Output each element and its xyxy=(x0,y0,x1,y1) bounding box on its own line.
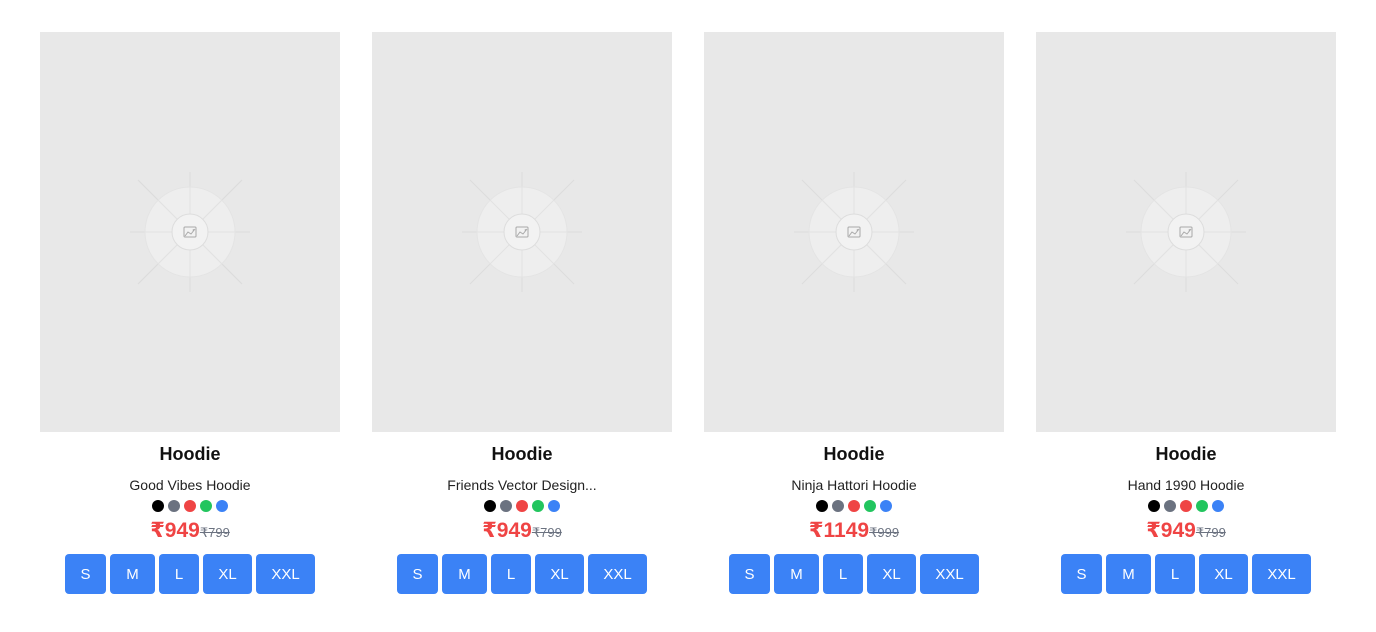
image-placeholder-icon xyxy=(462,172,582,292)
color-swatch[interactable] xyxy=(184,500,196,512)
color-swatches xyxy=(816,500,892,512)
product-name[interactable]: Good Vibes Hoodie xyxy=(129,476,250,494)
size-button-m[interactable]: M xyxy=(1106,554,1151,594)
size-button-xxl[interactable]: XXL xyxy=(920,554,979,594)
size-button-l[interactable]: L xyxy=(823,554,863,594)
product-name[interactable]: Ninja Hattori Hoodie xyxy=(791,476,916,494)
color-swatch[interactable] xyxy=(168,500,180,512)
color-swatch[interactable] xyxy=(1180,500,1192,512)
product-card: Hoodie Good Vibes Hoodie ₹949 ₹799 S M L XL… xyxy=(40,32,340,594)
size-button-m[interactable]: M xyxy=(774,554,819,594)
product-image[interactable] xyxy=(1036,32,1336,432)
sale-price: ₹949 xyxy=(482,519,532,542)
original-price: ₹799 xyxy=(531,525,562,540)
color-swatches xyxy=(152,500,228,512)
color-swatch[interactable] xyxy=(1196,500,1208,512)
color-swatch[interactable] xyxy=(216,500,228,512)
sale-price: ₹1149 xyxy=(808,519,870,542)
product-image[interactable] xyxy=(372,32,672,432)
size-button-m[interactable]: M xyxy=(110,554,155,594)
size-button-s[interactable]: S xyxy=(1061,554,1102,594)
price-row: ₹1149 ₹999 xyxy=(809,518,899,544)
price-row: ₹949 ₹799 xyxy=(150,518,230,544)
color-swatches xyxy=(484,500,560,512)
product-category: Hoodie xyxy=(1155,444,1217,464)
color-swatch[interactable] xyxy=(848,500,860,512)
size-button-s[interactable]: S xyxy=(397,554,438,594)
image-placeholder-icon xyxy=(130,172,250,292)
product-image[interactable] xyxy=(704,32,1004,432)
size-button-xl[interactable]: XL xyxy=(1199,554,1248,594)
size-button-xl[interactable]: XL xyxy=(203,554,252,594)
product-image[interactable] xyxy=(40,32,340,432)
color-swatches xyxy=(1148,500,1224,512)
color-swatch[interactable] xyxy=(864,500,876,512)
product-card: Hoodie Ninja Hattori Hoodie ₹1149 ₹999 S… xyxy=(704,32,1004,594)
image-placeholder-icon xyxy=(794,172,914,292)
color-swatch[interactable] xyxy=(832,500,844,512)
color-swatch[interactable] xyxy=(484,500,496,512)
color-swatch[interactable] xyxy=(1212,500,1224,512)
color-swatch[interactable] xyxy=(1164,500,1176,512)
color-swatch[interactable] xyxy=(880,500,892,512)
color-swatch[interactable] xyxy=(500,500,512,512)
original-price: ₹999 xyxy=(869,525,900,540)
sale-price: ₹949 xyxy=(150,519,200,542)
product-grid: Hoodie Good Vibes Hoodie ₹949 ₹799 S M L XL… xyxy=(40,32,1336,594)
size-button-l[interactable]: L xyxy=(1155,554,1195,594)
product-card: Hoodie Friends Vector Design... ₹949 ₹79… xyxy=(372,32,672,594)
image-placeholder-icon xyxy=(1126,172,1246,292)
size-button-m[interactable]: M xyxy=(442,554,487,594)
price-row: ₹949 ₹799 xyxy=(482,518,562,544)
size-button-xxl[interactable]: XXL xyxy=(256,554,315,594)
size-button-s[interactable]: S xyxy=(65,554,106,594)
original-price: ₹799 xyxy=(1195,525,1226,540)
size-options: S M L XL XXL xyxy=(729,554,979,594)
original-price: ₹799 xyxy=(199,525,230,540)
product-category: Hoodie xyxy=(159,444,221,464)
product-name[interactable]: Hand 1990 Hoodie xyxy=(1128,476,1245,494)
size-button-xxl[interactable]: XXL xyxy=(1252,554,1311,594)
color-swatch[interactable] xyxy=(816,500,828,512)
size-options: S M L XL XXL xyxy=(1061,554,1311,594)
size-button-xl[interactable]: XL xyxy=(535,554,584,594)
product-category: Hoodie xyxy=(491,444,553,464)
size-button-l[interactable]: L xyxy=(491,554,531,594)
size-options: S M L XL XXL xyxy=(397,554,647,594)
color-swatch[interactable] xyxy=(152,500,164,512)
size-button-xxl[interactable]: XXL xyxy=(588,554,647,594)
color-swatch[interactable] xyxy=(548,500,560,512)
color-swatch[interactable] xyxy=(532,500,544,512)
product-category: Hoodie xyxy=(823,444,885,464)
size-options: S M L XL XXL xyxy=(65,554,315,594)
size-button-l[interactable]: L xyxy=(159,554,199,594)
size-button-s[interactable]: S xyxy=(729,554,770,594)
sale-price: ₹949 xyxy=(1146,519,1196,542)
color-swatch[interactable] xyxy=(516,500,528,512)
price-row: ₹949 ₹799 xyxy=(1146,518,1226,544)
product-card: Hoodie Hand 1990 Hoodie ₹949 ₹799 S M L XL X… xyxy=(1036,32,1336,594)
color-swatch[interactable] xyxy=(200,500,212,512)
size-button-xl[interactable]: XL xyxy=(867,554,916,594)
product-name[interactable]: Friends Vector Design... xyxy=(447,476,596,494)
color-swatch[interactable] xyxy=(1148,500,1160,512)
